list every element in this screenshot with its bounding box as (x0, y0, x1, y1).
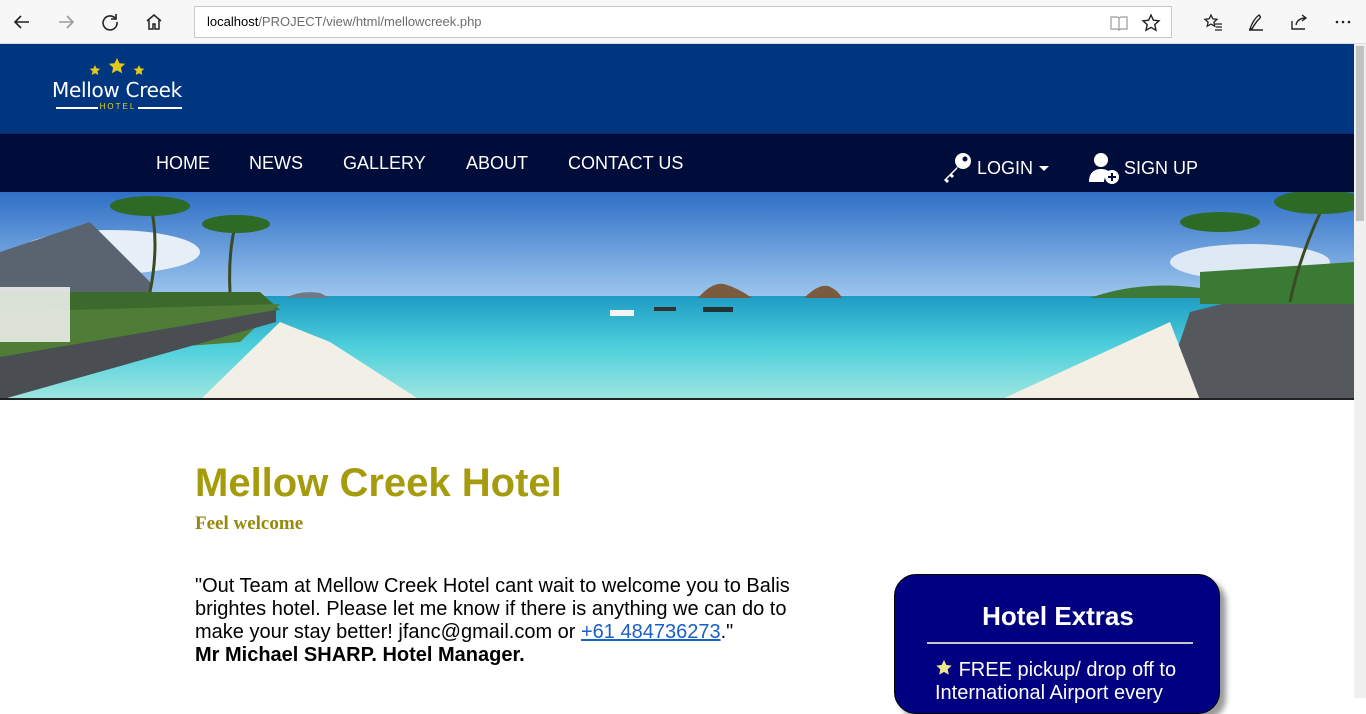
page-title: Mellow Creek Hotel (195, 461, 562, 505)
signup-link[interactable]: SIGN UP (1088, 151, 1198, 185)
extras-item: FREE pickup/ drop off to International A… (935, 659, 1195, 705)
logo-name: Mellow Creek (52, 78, 182, 102)
signup-label: SIGN UP (1124, 157, 1199, 178)
favorite-star-icon[interactable] (1140, 12, 1162, 34)
address-bar[interactable]: localhost/PROJECT/view/html/mellowcreek.… (194, 6, 1172, 38)
browser-toolbar: localhost/PROJECT/view/html/mellowcreek.… (0, 0, 1366, 44)
home-icon[interactable] (138, 6, 170, 38)
refresh-icon[interactable] (94, 6, 126, 38)
beach-panorama-image (0, 192, 1354, 398)
phone-link[interactable]: +61 484736273 (581, 621, 721, 643)
reading-view-icon[interactable] (1108, 12, 1130, 34)
hotel-extras-panel: Hotel Extras FREE pickup/ drop off to In… (894, 574, 1220, 714)
main-navigation: HOME NEWS GALLERY ABOUT CONTACT US LOGIN… (0, 133, 1354, 192)
extras-divider (927, 642, 1193, 644)
back-icon[interactable] (6, 6, 38, 38)
hotel-logo[interactable]: Mellow Creek HOTEL (52, 58, 188, 114)
logo-line-right (138, 107, 182, 109)
share-icon[interactable] (1283, 6, 1315, 38)
more-options-icon[interactable] (1327, 6, 1359, 38)
caret-down-icon (1039, 166, 1050, 171)
favorites-hub-icon[interactable] (1197, 6, 1229, 38)
login-label: LOGIN (977, 157, 1034, 178)
url-text: localhost/PROJECT/view/html/mellowcreek.… (207, 14, 482, 29)
web-note-icon[interactable] (1240, 6, 1272, 38)
key-icon (944, 153, 971, 183)
nav-about[interactable]: ABOUT (466, 153, 528, 174)
site-header (0, 44, 1354, 133)
add-user-icon (1089, 153, 1119, 184)
nav-home[interactable]: HOME (156, 153, 210, 174)
nav-news[interactable]: NEWS (249, 153, 303, 174)
page-subtitle: Feel welcome (195, 513, 304, 534)
nav-gallery[interactable]: GALLERY (343, 153, 426, 174)
quote-end: ." (720, 621, 734, 643)
extras-title: Hotel Extras (982, 601, 1134, 631)
nav-contact-us[interactable]: CONTACT US (568, 153, 683, 174)
logo-stars-icon (89, 58, 145, 75)
hero-banner-image (0, 192, 1354, 400)
manager-quote: "Out Team at Mellow Creek Hotel cant wai… (195, 575, 825, 667)
extras-item-text: FREE pickup/ drop off to International A… (935, 659, 1177, 704)
scrollbar-thumb[interactable] (1356, 46, 1364, 221)
forward-icon[interactable] (50, 6, 82, 38)
star-bullet-icon (936, 659, 952, 675)
manager-signature: Mr Michael SHARP. Hotel Manager. (195, 644, 525, 666)
login-dropdown[interactable]: LOGIN (940, 151, 1051, 185)
